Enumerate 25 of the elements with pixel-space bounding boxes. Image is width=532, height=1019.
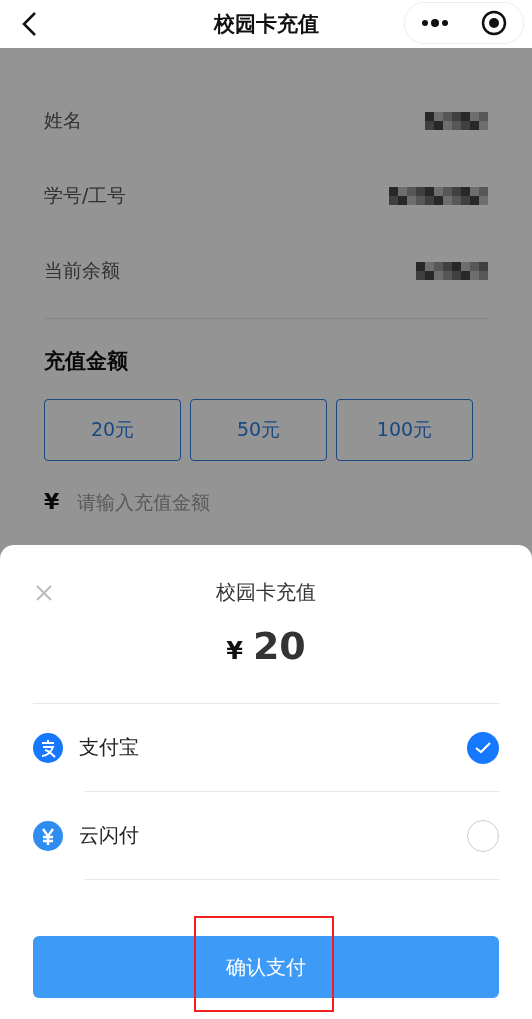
- amount-input[interactable]: 请输入充值金额: [75, 489, 488, 514]
- amount-option[interactable]: 100元: [336, 399, 473, 461]
- more-icon[interactable]: [421, 19, 449, 27]
- field-label: 学号/工号: [44, 182, 127, 208]
- payment-method-name: 支付宝: [79, 734, 140, 761]
- payment-amount: 20: [252, 624, 306, 668]
- field-label: 当前余额: [44, 257, 120, 283]
- close-mini-program-icon[interactable]: [481, 10, 507, 36]
- page-title: 校园卡充值: [213, 11, 319, 38]
- yen-icon: [33, 820, 63, 851]
- radio-button[interactable]: [467, 819, 499, 852]
- confirm-payment-button[interactable]: 确认支付: [33, 936, 499, 998]
- amount-option[interactable]: 20元: [44, 399, 181, 461]
- section-title: 充值金额: [44, 348, 129, 375]
- check-icon: [475, 741, 491, 754]
- radio-button[interactable]: [467, 731, 499, 764]
- redacted-value: [416, 261, 488, 280]
- field-label: 姓名: [44, 107, 82, 133]
- redacted-value: [425, 111, 488, 130]
- amount-option[interactable]: 50元: [190, 399, 327, 461]
- payment-method-name: 云闪付: [79, 822, 140, 849]
- sheet-title: 校园卡充值: [216, 579, 316, 606]
- currency-symbol: ¥: [226, 637, 243, 665]
- currency-symbol: ¥: [44, 489, 60, 514]
- alipay-icon: [33, 732, 63, 763]
